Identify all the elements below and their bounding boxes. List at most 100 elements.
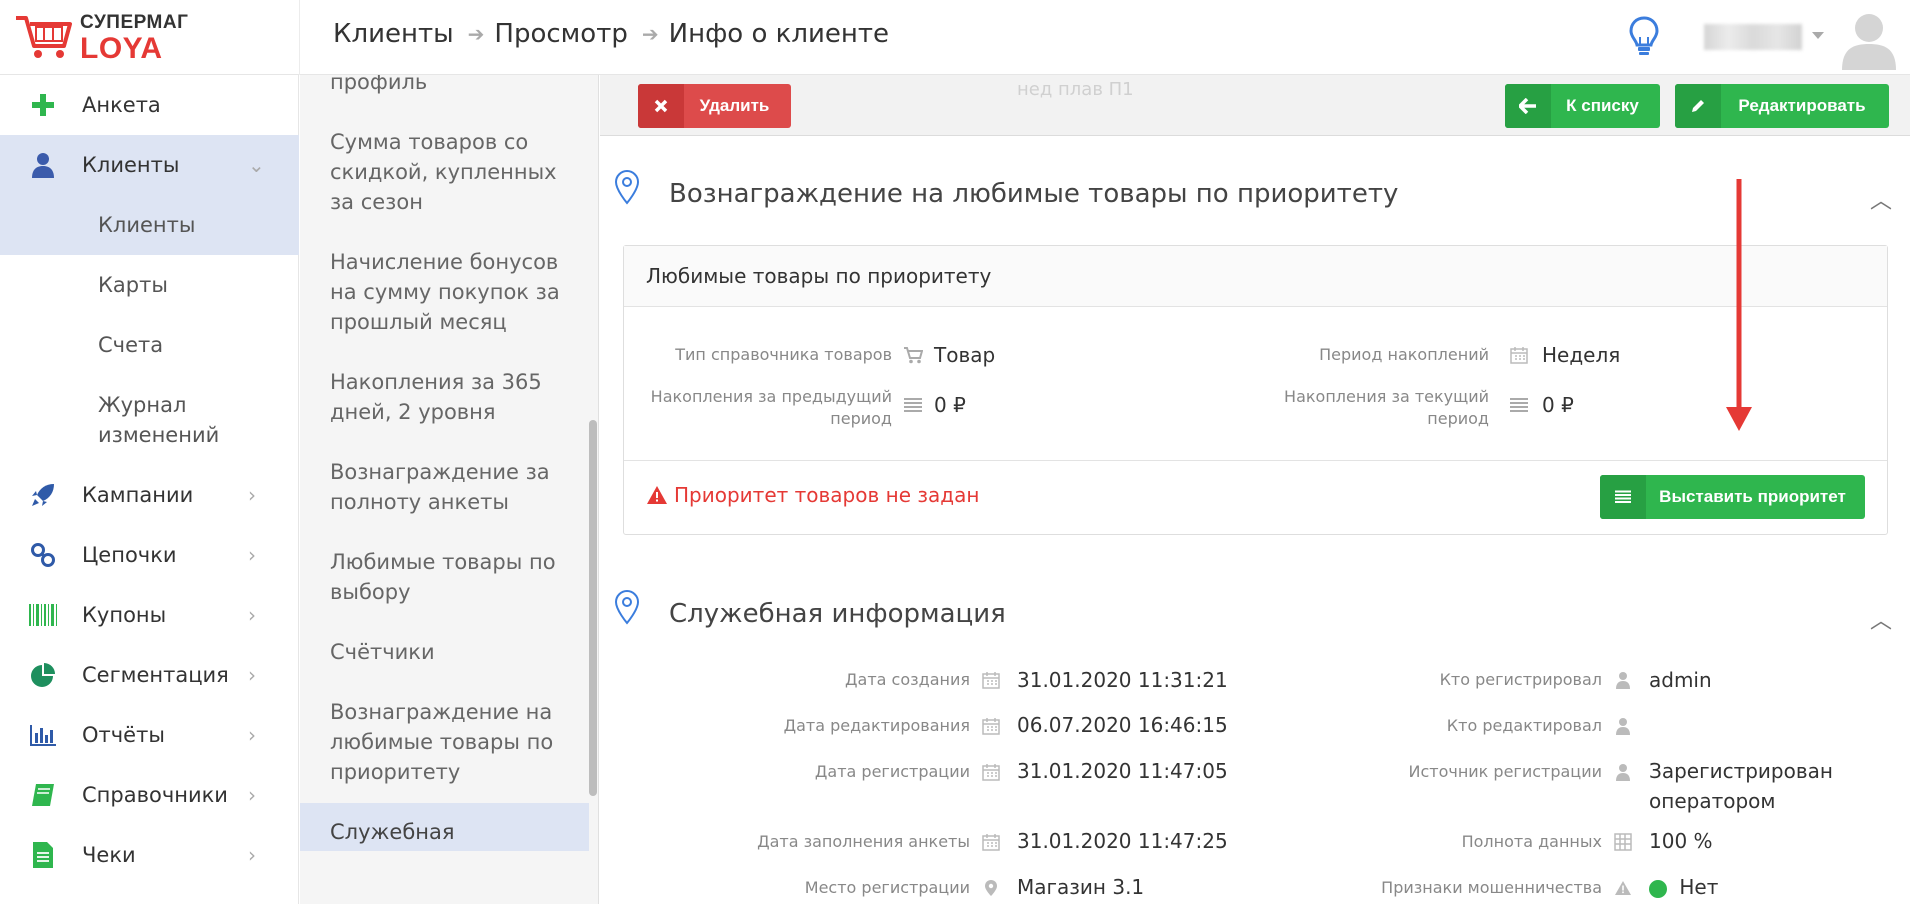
sidebar-sub-label: Клиенты <box>98 213 196 237</box>
sidebar-item-campaigns[interactable]: Кампании › <box>0 465 299 525</box>
status-dot-green <box>1649 879 1667 898</box>
pie-chart-icon <box>28 660 58 690</box>
secnav-item-favorites-priority[interactable]: Вознаграждение на любимые товары по прио… <box>330 697 570 787</box>
section-header-service-info[interactable]: Служебная информация ︿ <box>600 587 1910 647</box>
edit-button-label: Редактировать <box>1738 96 1866 115</box>
username-blurred[interactable] <box>1704 24 1802 50</box>
sidebar-item-reports[interactable]: Отчёты › <box>0 705 299 765</box>
secnav-item-profile[interactable]: профиль <box>330 75 570 97</box>
ref-type-label: Тип справочника товаров <box>675 345 892 364</box>
sidebar-item-receipts[interactable]: Чеки › <box>0 825 299 885</box>
ghost-text: нед плав П1 <box>1017 79 1134 100</box>
pencil-icon <box>1675 84 1721 128</box>
completeness-label: Полнота данных <box>1461 832 1602 851</box>
secnav-item-favorites-choice[interactable]: Любимые товары по выбору <box>330 547 570 607</box>
brand-name-bottom: LOYA <box>80 32 163 65</box>
brand-name-top: СУПЕРМАГ <box>80 12 189 33</box>
who-registered-label: Кто регистрировал <box>1439 670 1602 689</box>
sidebar-item-segmentation[interactable]: Сегментация › <box>0 645 299 705</box>
chevron-down-icon: ⌄ <box>248 153 265 177</box>
brand-logo[interactable]: СУПЕРМАГ LOYA <box>14 10 294 65</box>
sidebar-sub-label: Журнал изменений <box>98 393 220 447</box>
to-list-button[interactable]: К списку <box>1505 84 1660 128</box>
calendar-icon <box>980 831 1002 853</box>
prev-accum-label: Накопления за предыдущий период <box>650 387 892 428</box>
chevron-right-icon: › <box>248 543 256 567</box>
breadcrumb-clients[interactable]: Клиенты <box>333 19 454 49</box>
secnav-item-questionnaire-reward[interactable]: Вознаграждение за полноту анкеты <box>330 457 570 517</box>
warning-text: Приоритет товаров не задан <box>674 483 980 507</box>
secnav-scrollbar[interactable] <box>589 420 597 796</box>
user-icon <box>28 150 58 180</box>
filled-value: 31.01.2020 11:47:25 <box>1017 829 1228 853</box>
sidebar-sub-label: Счета <box>98 333 164 357</box>
chevron-up-icon[interactable]: ︿ <box>1870 603 1892 635</box>
sidebar-item-label: Сегментация <box>82 663 229 687</box>
sidebar-sub-accounts[interactable]: Счета <box>0 315 299 375</box>
sidebar-sub-changelog[interactable]: Журнал изменений <box>0 375 299 465</box>
list-icon <box>1508 394 1530 416</box>
caret-down-icon[interactable] <box>1812 32 1824 39</box>
sidebar-item-clients[interactable]: Клиенты ⌄ <box>0 135 299 195</box>
fraud-value-wrap: Нет <box>1649 872 1718 902</box>
edit-button[interactable]: Редактировать <box>1675 84 1889 128</box>
chevron-right-icon: › <box>248 663 256 687</box>
edited-value: 06.07.2020 16:46:15 <box>1017 713 1228 737</box>
chevron-right-icon: › <box>248 603 256 627</box>
favorites-priority-panel: Любимые товары по приоритету Тип справоч… <box>623 245 1888 535</box>
warning-icon <box>1612 877 1634 899</box>
breadcrumb-client-info: Инфо о клиенте <box>668 19 890 49</box>
secnav-item-counters[interactable]: Счётчики <box>330 637 570 667</box>
sidebar-item-label: Цепочки <box>82 543 177 567</box>
calendar-icon <box>980 761 1002 783</box>
annotation-arrow <box>1726 179 1752 431</box>
list-icon <box>902 394 924 416</box>
arrow-right-icon: ➔ <box>467 22 485 46</box>
section-header-favorites-priority[interactable]: Вознаграждение на любимые товары по прио… <box>600 167 1910 227</box>
avatar-icon[interactable] <box>1838 8 1900 70</box>
created-value: 31.01.2020 11:31:21 <box>1017 668 1228 692</box>
lightbulb-icon[interactable] <box>1628 15 1660 59</box>
period-label: Период накоплений <box>1319 345 1489 364</box>
receipt-icon <box>28 840 58 870</box>
fraud-value: Нет <box>1679 875 1719 899</box>
edited-label: Дата редактирования <box>783 716 970 735</box>
map-pin-icon <box>614 169 640 205</box>
close-icon <box>638 84 684 128</box>
barcode-icon <box>28 600 58 630</box>
calendar-icon <box>1508 344 1530 366</box>
secnav-item-service[interactable]: Служебная <box>330 817 570 847</box>
book-icon <box>28 780 58 810</box>
delete-button[interactable]: Удалить <box>638 84 791 128</box>
rocket-icon <box>28 480 58 510</box>
sidebar: Анкета Клиенты ⌄ Клиенты Карты Счета Жур… <box>0 75 299 904</box>
sidebar-sub-label: Карты <box>98 273 168 297</box>
secnav-item-365-days[interactable]: Накопления за 365 дней, 2 уровня <box>330 367 570 427</box>
sidebar-item-directories[interactable]: Справочники › <box>0 765 299 825</box>
bar-chart-icon <box>28 720 58 750</box>
breadcrumb-view[interactable]: Просмотр <box>494 19 627 49</box>
created-label: Дата создания <box>845 670 970 689</box>
cart-logo-icon <box>16 16 72 58</box>
set-priority-button[interactable]: Выставить приоритет <box>1600 475 1865 519</box>
section-navigator: профиль Сумма товаров со скидкой, куплен… <box>300 75 599 904</box>
cur-accum-value: 0 ₽ <box>1542 393 1574 417</box>
set-priority-label: Выставить приоритет <box>1659 487 1846 506</box>
secnav-item-monthly-bonus[interactable]: Начисление бонусов на сумму покупок за п… <box>330 247 570 337</box>
sidebar-item-questionnaire[interactable]: Анкета <box>0 75 299 135</box>
completeness-value: 100 % <box>1649 829 1713 853</box>
sidebar-sub-cards[interactable]: Карты <box>0 255 299 315</box>
arrow-left-icon <box>1505 84 1551 128</box>
chevron-up-icon[interactable]: ︿ <box>1870 183 1892 215</box>
sidebar-item-label: Чеки <box>82 843 136 867</box>
sidebar-item-chains[interactable]: Цепочки › <box>0 525 299 585</box>
user-icon <box>1612 761 1634 783</box>
who-edited-label: Кто редактировал <box>1446 716 1602 735</box>
secnav-item-season-discount[interactable]: Сумма товаров со скидкой, купленных за с… <box>330 127 570 217</box>
breadcrumb: Клиенты ➔ Просмотр ➔ Инфо о клиенте <box>333 19 889 49</box>
sidebar-item-coupons[interactable]: Купоны › <box>0 585 299 645</box>
source-value: Зарегистрирован оператором <box>1649 759 1833 813</box>
map-marker-icon <box>980 877 1002 899</box>
sidebar-sub-clients[interactable]: Клиенты <box>0 195 299 255</box>
panel-header: Любимые товары по приоритету <box>624 246 1887 307</box>
